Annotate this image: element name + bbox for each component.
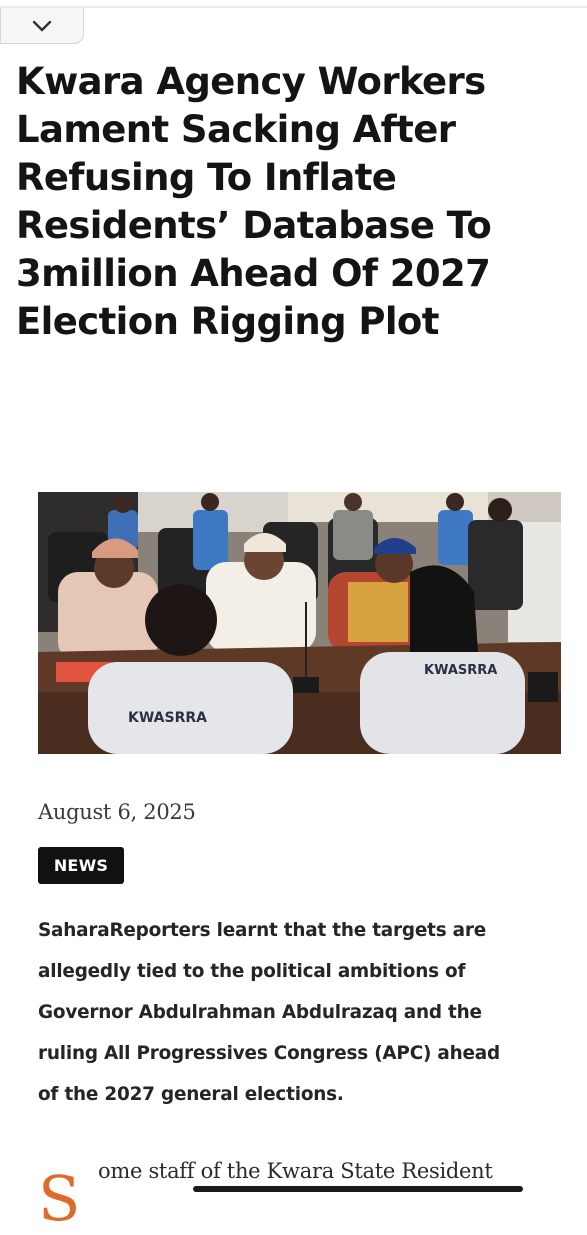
browser-top-bar — [0, 0, 587, 46]
shirt-text-left: KWASRRA — [128, 710, 207, 726]
article-photo[interactable]: KWASRRA KWASRRA — [38, 492, 561, 754]
summary-line: of the 2027 general elections. — [38, 1084, 344, 1105]
summary-line: ruling All Progressives Congress (APC) a… — [38, 1043, 500, 1064]
photo-illustration: KWASRRA KWASRRA — [38, 492, 561, 754]
body-first-line: ome staff of the Kwara State Resident — [98, 1159, 493, 1183]
summary-line: SaharaReporters learnt that the targets … — [38, 920, 487, 941]
summary-line: allegedly tied to the political ambition… — [38, 961, 466, 982]
category-label: NEWS — [53, 856, 109, 875]
body-dropcap: S — [38, 1162, 81, 1235]
article-date: August 6, 2025 — [38, 800, 196, 824]
summary-line: Governor Abdulrahman Abdulrazaq and the — [38, 1002, 482, 1023]
article-summary: SaharaReporters learnt that the targets … — [38, 910, 568, 1115]
collapse-button[interactable] — [0, 8, 84, 44]
shirt-text-right: KWASRRA — [424, 663, 497, 678]
article-headline: Kwara Agency Workers Lament Sacking Afte… — [16, 58, 576, 346]
headline-line: 3million Ahead Of 2027 — [16, 252, 491, 295]
chevron-down-icon — [32, 20, 52, 31]
headline-line: Residents’ Database To — [16, 204, 492, 247]
headline-line: Election Rigging Plot — [16, 300, 439, 343]
headline-line: Lament Sacking After — [16, 108, 456, 151]
home-indicator[interactable] — [193, 1186, 523, 1192]
category-badge[interactable]: NEWS — [38, 847, 124, 884]
top-divider — [0, 6, 587, 8]
headline-line: Kwara Agency Workers — [16, 60, 486, 103]
headline-line: Refusing To Inflate — [16, 156, 397, 199]
